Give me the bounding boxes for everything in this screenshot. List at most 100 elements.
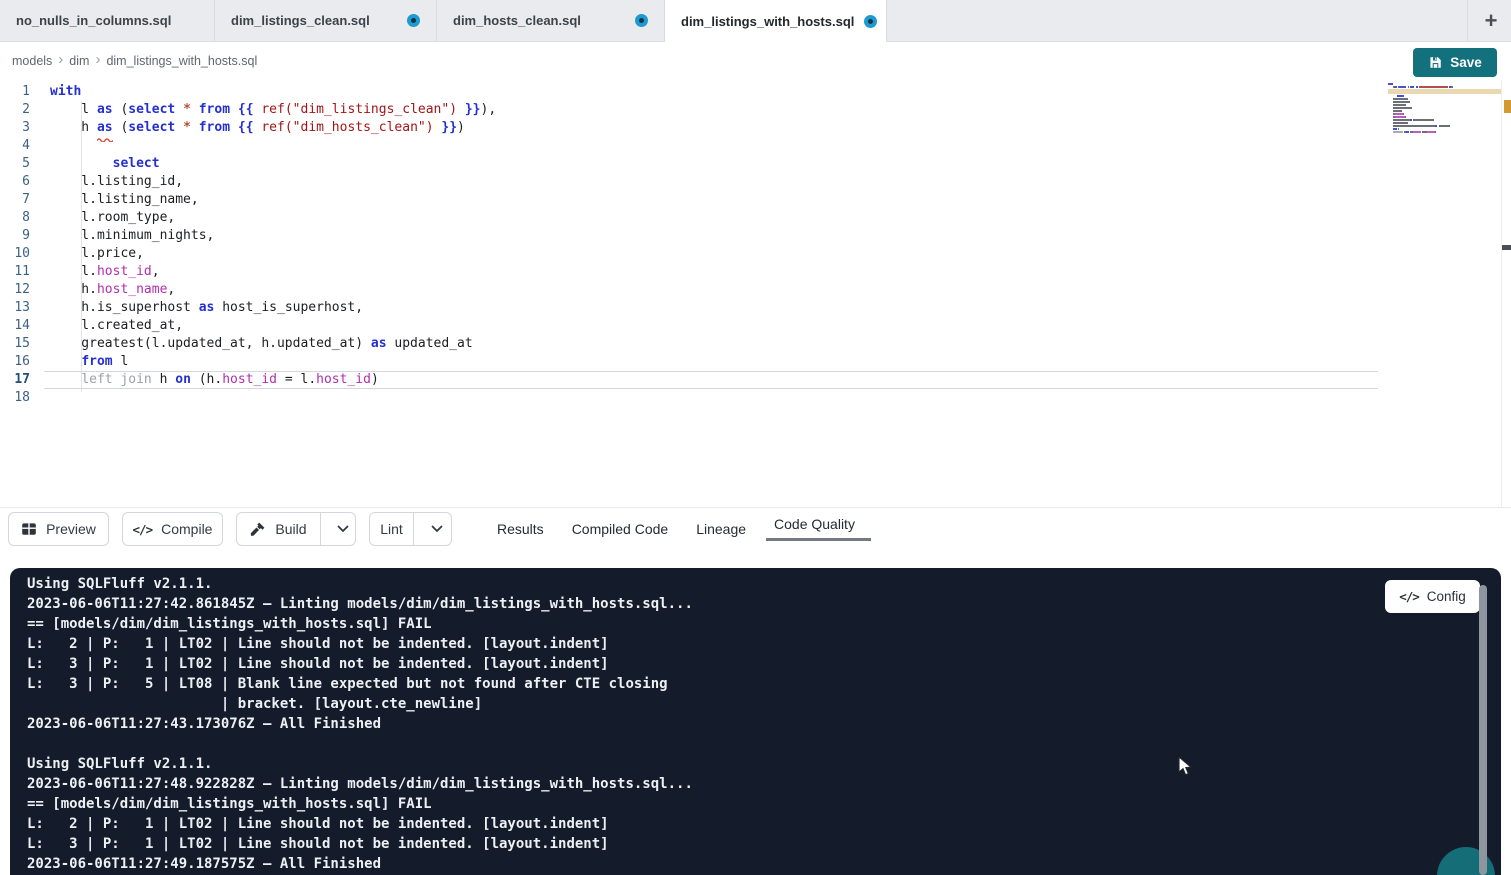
build-dropdown-button[interactable] (330, 513, 355, 545)
line-number: 8 (0, 209, 44, 227)
compile-button[interactable]: </> Compile (122, 512, 223, 546)
scroll-position-marker (1502, 245, 1511, 250)
terminal-line: == [models/dim/dim_listings_with_hosts.s… (27, 614, 693, 634)
action-toolbar: Preview </> Compile Build Lint (0, 512, 1511, 546)
code-line-9[interactable]: l.minimum_nights, (50, 227, 496, 245)
breadcrumb-bar: models › dim › dim_listings_with_hosts.sql S… (0, 42, 1511, 80)
code-editor[interactable]: 123456789101112131415161718 with l as (s… (0, 80, 1511, 507)
code-line-5[interactable]: select (50, 155, 496, 173)
tab-bar: no_nulls_in_columns.sql dim_listings_clea… (0, 0, 1511, 42)
terminal-line: 2023-06-06T11:27:42.861845Z — Linting mo… (27, 594, 693, 614)
breadcrumb-item[interactable]: models (12, 54, 52, 68)
chevron-down-icon (431, 525, 443, 533)
code-line-16[interactable]: from l (50, 353, 496, 371)
modified-dot-icon[interactable] (864, 15, 877, 28)
code-line-18[interactable] (50, 389, 496, 407)
code-line-14[interactable]: l.created_at, (50, 317, 496, 335)
code-line-1[interactable]: with (50, 83, 496, 101)
breadcrumb-item: dim_listings_with_hosts.sql (106, 54, 257, 68)
code-line-13[interactable]: h.is_superhost as host_is_superhost, (50, 299, 496, 317)
code-line-3[interactable]: h as (select * from {{ ref("dim_hosts_cl… (50, 119, 496, 137)
code-brackets-icon: </> (1399, 589, 1419, 604)
code-line-2[interactable]: l as (select * from {{ ref("dim_listings… (50, 101, 496, 119)
code-content[interactable]: with l as (select * from {{ ref("dim_lis… (50, 83, 496, 407)
terminal-line: L: 2 | P: 1 | LT02 | Line should not be … (27, 634, 693, 654)
preview-button[interactable]: Preview (8, 512, 109, 546)
overview-ruler[interactable] (1501, 80, 1511, 507)
hammer-icon (250, 521, 266, 537)
compile-button-label: Compile (161, 521, 212, 537)
config-button[interactable]: </> Config (1385, 580, 1480, 613)
breadcrumb-chevron-icon: › (58, 51, 63, 68)
toolbar-divider (0, 507, 1511, 508)
tab-label: dim_listings_with_hosts.sql (681, 14, 854, 29)
warning-marker (1504, 100, 1511, 113)
build-button-group: Build (236, 512, 356, 546)
line-number: 2 (0, 101, 44, 119)
chevron-down-icon (337, 525, 349, 533)
panel-tab-lineage[interactable]: Lineage (696, 521, 746, 537)
code-line-10[interactable]: l.price, (50, 245, 496, 263)
terminal-scrollbar[interactable] (1479, 585, 1487, 875)
lint-button-label: Lint (380, 521, 403, 537)
editor-tab-dim_hosts_clean-sql[interactable]: dim_hosts_clean.sql (437, 0, 665, 41)
tab-label: dim_listings_clean.sql (231, 13, 370, 28)
modified-dot-icon[interactable] (635, 14, 648, 27)
new-tab-button[interactable]: + (1472, 0, 1510, 41)
modified-dot-icon[interactable] (407, 14, 420, 27)
line-number: 16 (0, 353, 44, 371)
save-button[interactable]: Save (1413, 48, 1497, 77)
code-brackets-icon: </> (133, 522, 153, 537)
terminal-line: L: 3 | P: 1 | LT02 | Line should not be … (27, 654, 693, 674)
terminal-line: Using SQLFluff v2.1.1. (27, 574, 693, 594)
build-button-label: Build (275, 521, 306, 537)
terminal-line: 2023-06-06T11:27:48.922828Z — Linting mo… (27, 774, 693, 794)
panel-tab-code-quality[interactable]: Code Quality (774, 516, 855, 532)
terminal-line: | bracket. [layout.cte_newline] (27, 694, 693, 714)
code-line-4[interactable] (50, 137, 496, 155)
build-button[interactable]: Build (237, 513, 321, 545)
editor-tab-dim_listings_with_hosts-sql[interactable]: dim_listings_with_hosts.sql (665, 0, 887, 42)
save-button-label: Save (1450, 55, 1482, 70)
code-line-6[interactable]: l.listing_id, (50, 173, 496, 191)
breadcrumb-chevron-icon: › (95, 51, 100, 68)
line-number: 17 (0, 371, 44, 389)
tab-label: no_nulls_in_columns.sql (16, 13, 171, 28)
line-number: 18 (0, 389, 44, 407)
line-number: 3 (0, 119, 44, 137)
lint-dropdown-button[interactable] (423, 513, 451, 545)
code-line-8[interactable]: l.room_type, (50, 209, 496, 227)
line-number: 5 (0, 155, 44, 173)
minimap-highlight-bar (1388, 89, 1501, 94)
floppy-disk-icon (1428, 55, 1443, 70)
lint-output-terminal: Using SQLFluff v2.1.1.2023-06-06T11:27:4… (10, 568, 1501, 875)
code-line-15[interactable]: greatest(l.updated_at, h.updated_at) as … (50, 335, 496, 353)
line-number: 7 (0, 191, 44, 209)
line-number: 1 (0, 83, 44, 101)
tabbar-divider (1467, 0, 1468, 41)
terminal-output: Using SQLFluff v2.1.1.2023-06-06T11:27:4… (27, 574, 693, 874)
line-number-gutter: 123456789101112131415161718 (0, 83, 44, 407)
code-line-7[interactable]: l.listing_name, (50, 191, 496, 209)
lint-button-group: Lint (369, 512, 452, 546)
code-line-17[interactable]: left join h on (h.host_id = l.host_id) (50, 371, 496, 389)
terminal-line: L: 3 | P: 1 | LT02 | Line should not be … (27, 834, 693, 854)
terminal-line: L: 2 | P: 1 | LT02 | Line should not be … (27, 814, 693, 834)
code-line-12[interactable]: h.host_name, (50, 281, 496, 299)
breadcrumb-item[interactable]: dim (69, 54, 89, 68)
line-number: 13 (0, 299, 44, 317)
code-line-11[interactable]: l.host_id, (50, 263, 496, 281)
tab-label: dim_hosts_clean.sql (453, 13, 581, 28)
open-file-tabs: no_nulls_in_columns.sql dim_listings_clea… (0, 0, 887, 41)
editor-tab-no_nulls_in_columns-sql[interactable]: no_nulls_in_columns.sql (0, 0, 215, 41)
lint-squiggle-underline (97, 130, 113, 148)
result-panel-tabs: Results Compiled Code Lineage Code Quality (497, 512, 855, 546)
terminal-line: 2023-06-06T11:27:43.173076Z — All Finish… (27, 714, 693, 734)
lint-button[interactable]: Lint (370, 513, 414, 545)
editor-tab-dim_listings_clean-sql[interactable]: dim_listings_clean.sql (215, 0, 437, 41)
terminal-line (27, 734, 693, 754)
line-number: 12 (0, 281, 44, 299)
panel-tab-compiled-code[interactable]: Compiled Code (572, 521, 669, 537)
panel-tab-results[interactable]: Results (497, 521, 544, 537)
terminal-line: Using SQLFluff v2.1.1. (27, 754, 693, 774)
